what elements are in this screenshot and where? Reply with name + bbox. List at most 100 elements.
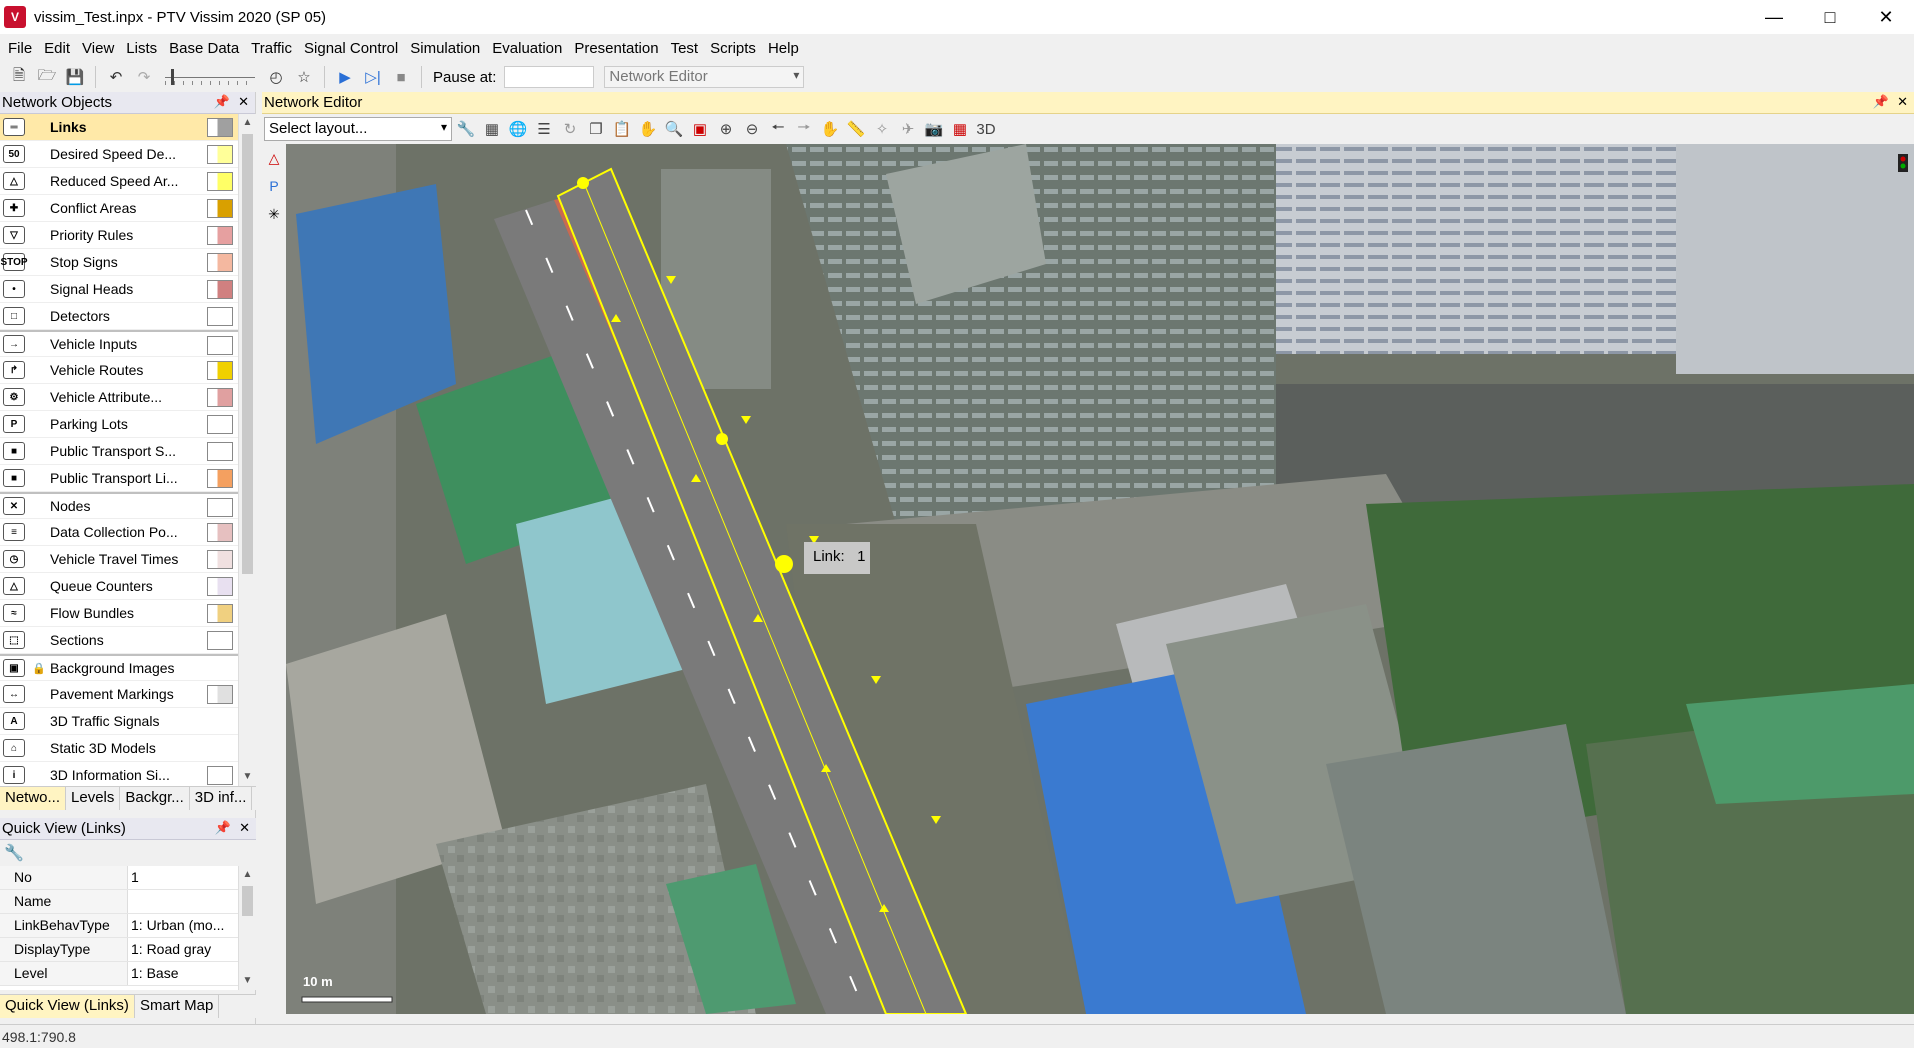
tab-levels[interactable]: Levels (66, 787, 121, 810)
menu-scripts[interactable]: Scripts (704, 40, 762, 57)
network-objects-scrollbar[interactable]: ▲ ▼ (238, 114, 256, 786)
layout-select[interactable]: Select layout... (264, 117, 452, 141)
network-object-row[interactable]: i 3D Information Si... (0, 762, 256, 786)
parking-icon[interactable]: P (262, 172, 286, 200)
pin-icon[interactable]: 📌 (1873, 94, 1889, 110)
network-object-row[interactable]: ═ Links (0, 114, 256, 141)
map-svg[interactable] (286, 144, 1914, 1014)
copy-icon[interactable]: ❐ (584, 117, 608, 141)
pin-icon[interactable]: 📌 (215, 820, 231, 836)
menu-view[interactable]: View (76, 40, 120, 57)
network-icon[interactable]: ✳ (262, 200, 286, 228)
hand-icon[interactable]: ✋ (818, 117, 842, 141)
zoom-in-icon[interactable]: ⊕ (714, 117, 738, 141)
network-object-color-swatch[interactable] (207, 766, 233, 785)
network-object-color-swatch[interactable] (207, 523, 233, 542)
toggle-background-icon[interactable]: ▦ (948, 117, 972, 141)
tab-3d-info[interactable]: 3D inf... (190, 787, 253, 810)
plane-icon[interactable]: ✈ (896, 117, 920, 141)
network-object-color-swatch[interactable] (207, 550, 233, 569)
quick-mode-icon[interactable]: ☆ (291, 65, 317, 89)
panel-close-icon[interactable]: ✕ (238, 94, 249, 110)
lock-icon[interactable]: 🔒 (28, 662, 50, 675)
simulation-speed-slider[interactable] (165, 66, 255, 88)
network-object-row[interactable]: ■ Public Transport S... (0, 438, 256, 465)
menu-test[interactable]: Test (665, 40, 705, 57)
warning-icon[interactable]: △ (262, 144, 286, 172)
undo-icon[interactable]: ↶ (103, 65, 129, 89)
menu-simulation[interactable]: Simulation (404, 40, 486, 57)
network-object-row[interactable]: □ Detectors (0, 303, 256, 330)
tab-backgrounds[interactable]: Backgr... (120, 787, 190, 810)
pause-at-input[interactable] (504, 66, 595, 88)
network-object-row[interactable]: ▽ Priority Rules (0, 222, 256, 249)
network-object-row[interactable]: △ Queue Counters (0, 573, 256, 600)
flow-icon[interactable]: ✧ (870, 117, 894, 141)
network-object-row[interactable]: STOP Stop Signs (0, 249, 256, 276)
network-object-color-swatch[interactable] (207, 685, 233, 704)
zoom-out-icon[interactable]: ⊖ (740, 117, 764, 141)
save-icon[interactable]: 💾 (62, 65, 88, 89)
quick-view-row[interactable]: DisplayType 1: Road gray (0, 938, 256, 962)
tab-smart-map[interactable]: Smart Map (135, 995, 220, 1018)
wrench-icon[interactable]: 🔧 (4, 843, 24, 863)
redo-icon[interactable]: ↷ (131, 65, 157, 89)
minimize-button[interactable]: — (1746, 0, 1802, 34)
network-object-row[interactable]: ■ Public Transport Li... (0, 465, 256, 492)
link-drag-handle[interactable] (775, 555, 793, 573)
network-object-row[interactable]: ↱ Vehicle Routes (0, 357, 256, 384)
network-object-color-swatch[interactable] (207, 336, 233, 355)
network-object-color-swatch[interactable] (207, 631, 233, 650)
menu-help[interactable]: Help (762, 40, 805, 57)
network-object-color-swatch[interactable] (207, 199, 233, 218)
menu-presentation[interactable]: Presentation (568, 40, 664, 57)
scroll-down-icon[interactable]: ▼ (239, 972, 256, 990)
network-object-color-swatch[interactable] (207, 469, 233, 488)
scroll-thumb[interactable] (242, 886, 253, 916)
network-object-row[interactable]: 50 Desired Speed De... (0, 141, 256, 168)
network-object-row[interactable]: ◷ Vehicle Travel Times (0, 546, 256, 573)
quick-view-row[interactable]: Name (0, 890, 256, 914)
network-object-row[interactable]: △ Reduced Speed Ar... (0, 168, 256, 195)
network-object-color-swatch[interactable] (207, 577, 233, 596)
network-object-color-swatch[interactable] (207, 118, 233, 137)
rotate-icon[interactable]: ↻ (558, 117, 582, 141)
editor-type-select[interactable]: Network Editor (604, 66, 805, 88)
network-object-color-swatch[interactable] (207, 307, 233, 326)
network-object-row[interactable]: ↔ Pavement Markings (0, 681, 256, 708)
screenshot-icon[interactable]: 📷 (922, 117, 946, 141)
quick-view-scrollbar[interactable]: ▲ ▼ (238, 866, 256, 990)
back-icon[interactable]: 🠔 (766, 117, 790, 141)
menu-base-data[interactable]: Base Data (163, 40, 245, 57)
network-object-row[interactable]: ≈ Flow Bundles (0, 600, 256, 627)
menu-file[interactable]: File (2, 40, 38, 57)
network-object-row[interactable]: ⬚ Sections (0, 627, 256, 654)
panel-close-icon[interactable]: ✕ (239, 820, 250, 836)
tab-quick-view[interactable]: Quick View (Links) (0, 995, 135, 1018)
network-object-color-swatch[interactable] (207, 226, 233, 245)
slider-thumb[interactable] (171, 69, 174, 85)
network-object-color-swatch[interactable] (207, 442, 233, 461)
network-object-color-swatch[interactable] (207, 388, 233, 407)
forward-icon[interactable]: 🠖 (792, 117, 816, 141)
play-icon[interactable]: ▶ (332, 65, 358, 89)
scroll-up-icon[interactable]: ▲ (239, 114, 256, 132)
measure-icon[interactable]: 📏 (844, 117, 868, 141)
network-object-row[interactable]: • Signal Heads (0, 276, 256, 303)
quick-view-row[interactable]: No 1 (0, 866, 256, 890)
grid-icon[interactable]: ▦ (480, 117, 504, 141)
network-object-row[interactable]: A 3D Traffic Signals (0, 708, 256, 735)
network-object-row[interactable]: ✚ Conflict Areas (0, 195, 256, 222)
network-object-row[interactable]: → Vehicle Inputs (0, 330, 256, 357)
network-object-row[interactable]: ✕ Nodes (0, 492, 256, 519)
new-file-icon[interactable]: 🗎 (6, 65, 32, 89)
max-speed-icon[interactable]: ◴ (263, 65, 289, 89)
pan-icon[interactable]: ✋ (636, 117, 660, 141)
open-folder-icon[interactable]: 🗁 (34, 65, 60, 89)
network-object-color-swatch[interactable] (207, 145, 233, 164)
panel-close-icon[interactable]: ✕ (1897, 94, 1908, 110)
quick-view-value[interactable]: 1: Urban (mo... (128, 914, 236, 937)
network-object-color-swatch[interactable] (207, 280, 233, 299)
list-icon[interactable]: ☰ (532, 117, 556, 141)
network-object-row[interactable]: ≡ Data Collection Po... (0, 519, 256, 546)
